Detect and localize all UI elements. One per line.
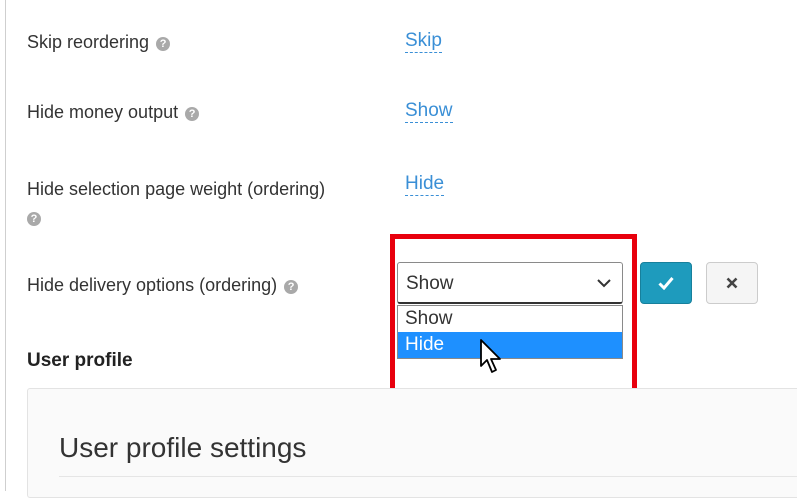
mouse-cursor-icon — [480, 339, 501, 373]
select-current-value: Show — [406, 273, 454, 294]
setting-label-hide-delivery-options: Hide delivery options (ordering) ? — [27, 275, 299, 296]
confirm-button[interactable] — [640, 262, 692, 304]
close-icon — [726, 277, 738, 289]
chevron-down-icon — [597, 279, 611, 288]
option-hide[interactable]: Hide — [398, 332, 622, 358]
panel-title: User profile settings — [59, 432, 307, 463]
divider — [59, 476, 797, 477]
help-icon[interactable]: ? — [185, 107, 200, 121]
user-profile-settings-panel: User profile settings — [27, 388, 797, 498]
delivery-options-dropdown: Show Hide — [397, 305, 623, 359]
hide-money-output-value[interactable]: Show — [405, 100, 453, 123]
cancel-button[interactable] — [706, 262, 758, 304]
help-icon[interactable]: ? — [27, 212, 41, 226]
setting-label-hide-selection-page-weight: Hide selection page weight (ordering) ? — [27, 179, 326, 226]
help-icon[interactable]: ? — [156, 37, 171, 51]
delivery-options-select[interactable]: Show — [397, 262, 623, 304]
skip-reordering-value[interactable]: Skip — [405, 30, 442, 53]
setting-label-skip-reordering: Skip reordering ? — [27, 32, 171, 53]
hide-selection-page-weight-value[interactable]: Hide — [405, 173, 445, 196]
help-icon[interactable]: ? — [284, 280, 299, 294]
section-title-user-profile: User profile — [27, 350, 133, 371]
option-show[interactable]: Show — [398, 306, 622, 332]
setting-label-hide-money-output: Hide money output ? — [27, 102, 200, 123]
check-icon — [658, 277, 674, 290]
